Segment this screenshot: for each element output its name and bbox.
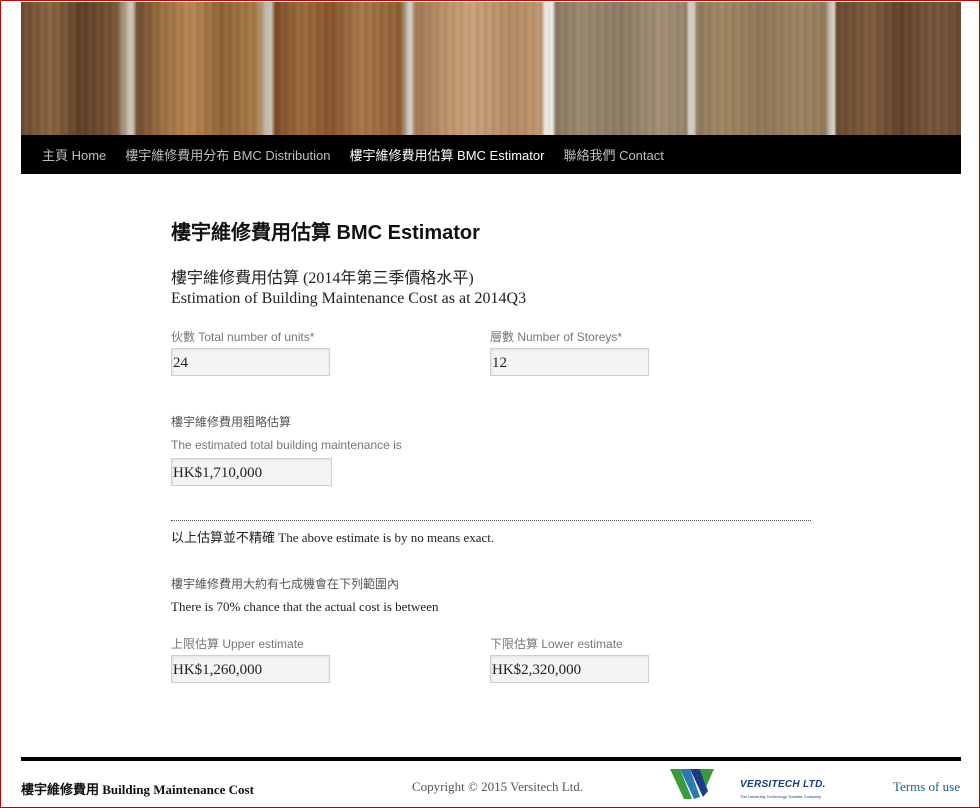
- footer-site-name: 樓宇維修費用 Building Maintenance Cost: [21, 782, 254, 797]
- disclaimer-text: 以上估算並不精確 The above estimate is by no mea…: [171, 530, 495, 545]
- nav-item-bmc-estimator[interactable]: 樓宇維修費用估算 BMC Estimator: [349, 145, 544, 164]
- range-intro-en: There is 70% chance that the actual cost…: [171, 599, 439, 614]
- storeys-label: 層數 Number of Storeys*: [490, 330, 623, 344]
- logo-tagline: The University Technology Transfer Compa…: [740, 794, 821, 799]
- upper-estimate-label: 上限估算 Upper estimate: [171, 637, 304, 651]
- page-subtitle-en: Estimation of Building Maintenance Cost …: [171, 290, 527, 307]
- nav-item-home[interactable]: 主頁 Home: [42, 145, 106, 164]
- estimate-label-en: The estimated total building maintenance…: [171, 438, 402, 452]
- main-nav: 主頁 Home 樓宇維修費用分布 BMC Distribution 樓宇維修費用…: [21, 135, 961, 174]
- footer-copyright: Copyright © 2015 Versitech Ltd.: [412, 779, 584, 794]
- range-intro-zh: 樓宇維修費用大約有七成機會在下列範圍內: [171, 577, 400, 591]
- nav-item-bmc-distribution[interactable]: 樓宇維修費用分布 BMC Distribution: [125, 145, 330, 164]
- storeys-input[interactable]: 12: [490, 348, 649, 376]
- upper-estimate-output: HK$1,260,000: [171, 655, 330, 683]
- lower-estimate-label: 下限估算 Lower estimate: [490, 637, 623, 651]
- page-subtitle-zh: 樓宇維修費用估算 (2014年第三季價格水平): [171, 270, 474, 287]
- units-input[interactable]: 24: [171, 348, 330, 376]
- divider: [171, 520, 811, 521]
- nav-item-contact[interactable]: 聯絡我們 Contact: [563, 145, 663, 164]
- terms-of-use-link[interactable]: Terms of use: [893, 779, 960, 795]
- estimated-cost-output: HK$1,710,000: [171, 458, 332, 486]
- footer-rule: [21, 757, 961, 761]
- lower-estimate-output: HK$2,320,000: [490, 655, 649, 683]
- logo-wordmark: VERSITECH LTD.: [740, 779, 826, 790]
- units-label: 伙數 Total number of units*: [171, 330, 315, 344]
- estimate-label-zh: 樓宇維修費用粗略估算: [171, 415, 292, 429]
- page-title: 樓宇維修費用估算 BMC Estimator: [171, 222, 480, 244]
- header-banner-image: [21, 2, 961, 135]
